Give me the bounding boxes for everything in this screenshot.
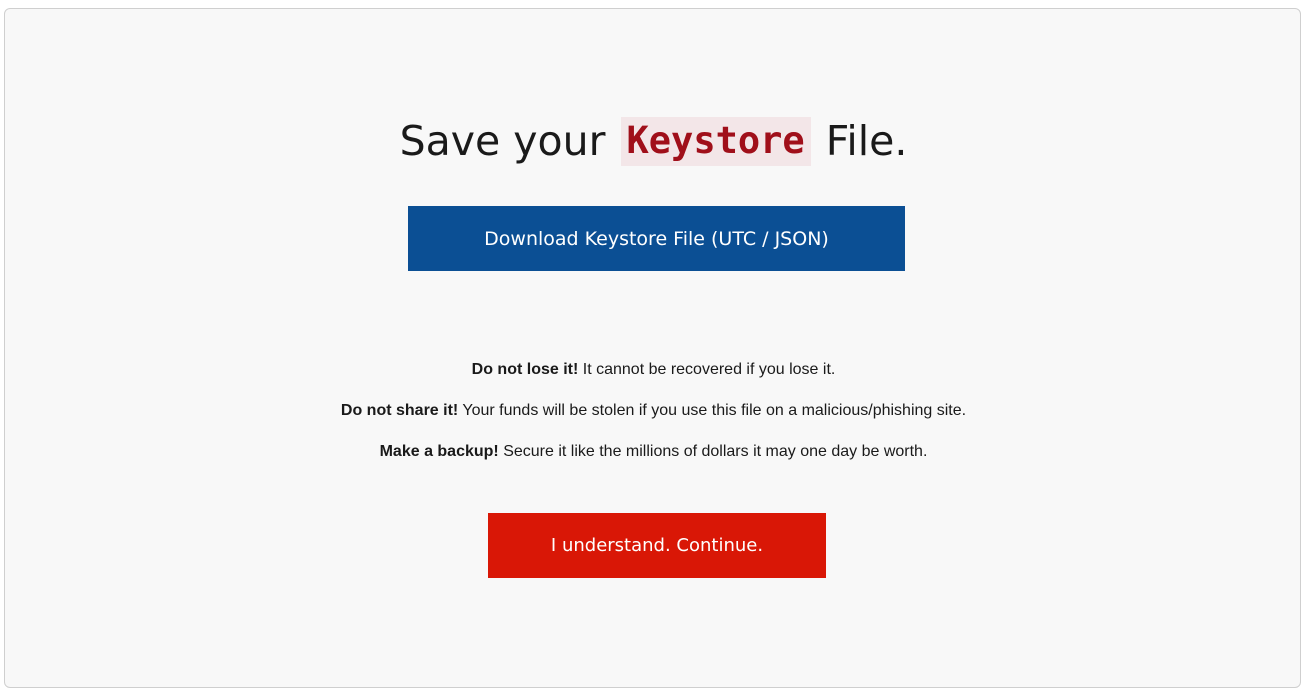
warning-list: Do not lose it! It cannot be recovered i… xyxy=(5,358,1302,481)
warning-lose-text: It cannot be recovered if you lose it. xyxy=(578,361,836,378)
continue-button[interactable]: I understand. Continue. xyxy=(488,513,826,578)
warning-lose-bold: Do not lose it! xyxy=(471,361,579,378)
warning-share: Do not share it! Your funds will be stol… xyxy=(5,399,1302,440)
download-keystore-button[interactable]: Download Keystore File (UTC / JSON) xyxy=(408,206,905,271)
warning-backup-text: Secure it like the millions of dollars i… xyxy=(498,443,928,460)
title-suffix: File. xyxy=(812,117,908,165)
warning-share-bold: Do not share it! xyxy=(340,402,459,419)
download-button-label: Download Keystore File (UTC / JSON) xyxy=(484,227,829,250)
warning-backup: Make a backup! Secure it like the millio… xyxy=(5,440,1302,481)
continue-button-label: I understand. Continue. xyxy=(550,535,764,556)
title-prefix: Save your xyxy=(399,117,619,165)
warning-share-text: Your funds will be stolen if you use thi… xyxy=(458,402,967,419)
warning-lose: Do not lose it! It cannot be recovered i… xyxy=(5,358,1302,399)
page-title: Save your Keystore File. xyxy=(5,117,1302,166)
warning-backup-bold: Make a backup! xyxy=(379,443,499,460)
keystore-panel: Save your Keystore File. Download Keysto… xyxy=(4,8,1301,688)
keystore-highlight: Keystore xyxy=(620,117,811,166)
